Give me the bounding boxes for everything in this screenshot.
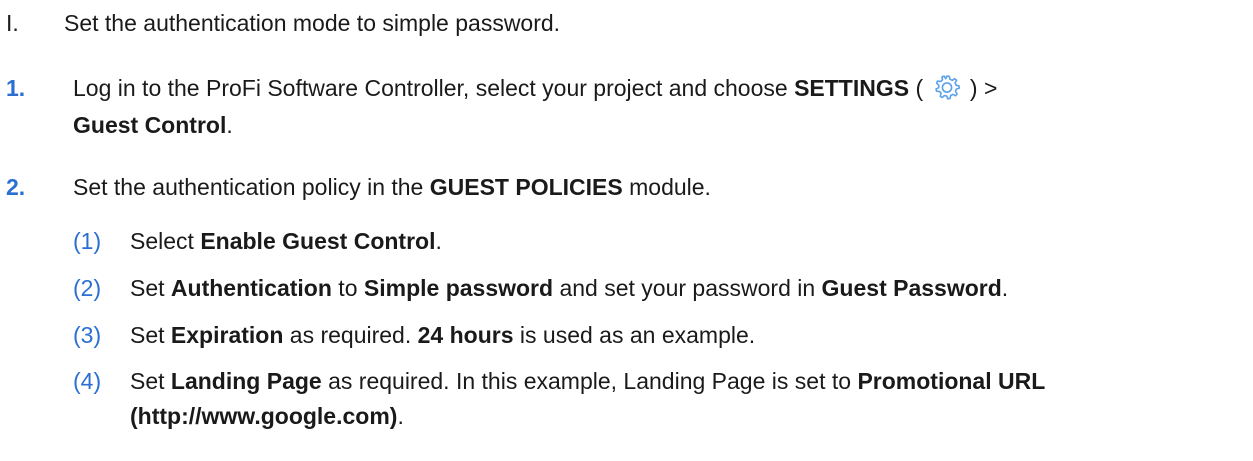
heading-text: Set the authentication mode to simple pa… (64, 10, 561, 36)
gear-icon (932, 73, 962, 103)
substep-1-line: Select Enable Guest Control. (130, 226, 442, 256)
step-2-line: Set the authentication policy in the GUE… (73, 172, 711, 202)
substep-2-b: Authentication (170, 275, 332, 301)
step-1-line-1: Log in to the ProFi Software Controller,… (73, 73, 997, 103)
substep-4-b: Landing Page (170, 368, 322, 394)
substep-3-d: 24 hours (417, 322, 514, 348)
substep-2-d: Simple password (363, 275, 554, 301)
substep-1-c: . (435, 228, 442, 254)
substep-3-a: Set (130, 322, 171, 348)
substep-3-marker: (3) (73, 322, 102, 348)
substep-4-period: . (397, 403, 404, 429)
substep-1-a: Select (130, 228, 201, 254)
substep-4-a: Set (130, 368, 171, 394)
substep-2-line: Set Authentication to Simple password an… (130, 273, 1008, 303)
substep-4-url: (http://www.google.com) (130, 403, 398, 429)
substep-2-f: Guest Password (821, 275, 1002, 301)
step-1-period: . (226, 112, 233, 138)
step-1-paren-close: ) > (969, 75, 998, 101)
step-1-guest-control: Guest Control (73, 112, 227, 138)
step-1-text-a: Log in to the ProFi Software Controller,… (73, 75, 795, 101)
substep-4-line-1: Set Landing Page as required. In this ex… (130, 366, 1045, 396)
step-1-line-2: Guest Control. (73, 110, 233, 140)
step-2-text-a: Set the authentication policy in the (73, 174, 430, 200)
substep-4-line-2: (http://www.google.com). (130, 401, 404, 431)
substep-2-marker: (2) (73, 275, 102, 301)
substep-2-a: Set (130, 275, 171, 301)
substep-1-marker: (1) (73, 228, 102, 254)
substep-3-line: Set Expiration as required. 24 hours is … (130, 320, 755, 350)
substep-2-e: and set your password in (553, 275, 822, 301)
step-2-guest-policies: GUEST POLICIES (429, 174, 623, 200)
substep-2-g: . (1001, 275, 1009, 301)
substep-3-e: is used as an example. (513, 322, 756, 348)
step-1-paren-open: ( (909, 75, 924, 101)
substep-3-c: as required. (283, 322, 418, 348)
step-2-text-c: module. (622, 174, 711, 200)
substep-3-b: Expiration (170, 322, 284, 348)
step-1-marker: 1. (6, 75, 26, 101)
substep-2-c: to (331, 275, 364, 301)
substep-4-d: Promotional URL (857, 368, 1046, 394)
substep-4-marker: (4) (73, 368, 102, 394)
substep-4-c: as required. In this example, Landing Pa… (321, 368, 858, 394)
step-1-settings: SETTINGS (794, 75, 910, 101)
step-2-marker: 2. (6, 174, 26, 200)
substep-1-b: Enable Guest Control (200, 228, 436, 254)
heading-marker: I. (6, 10, 19, 36)
